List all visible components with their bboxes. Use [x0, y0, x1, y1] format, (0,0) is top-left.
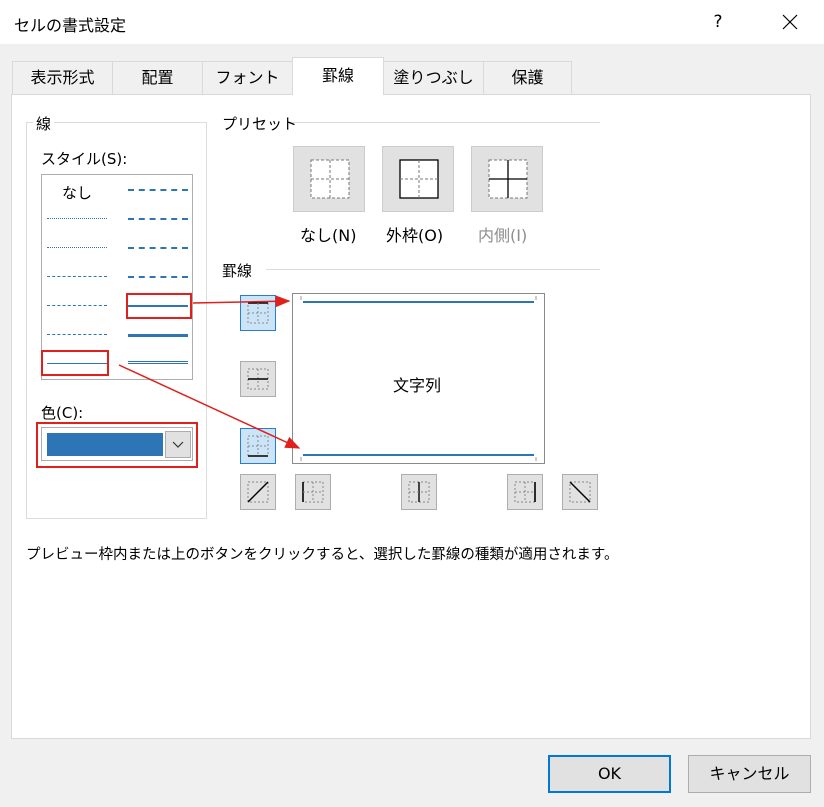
style-medium-dashed[interactable]	[128, 276, 188, 278]
border-inside-horizontal-icon	[247, 368, 269, 390]
style-none[interactable]: なし	[62, 182, 92, 203]
tab-fill[interactable]: 塗りつぶし	[383, 61, 484, 94]
tab-protection[interactable]: 保護	[483, 61, 572, 94]
highlight-thin-style	[41, 350, 109, 376]
preset-inside-button[interactable]	[471, 146, 543, 212]
style-medium-dash-dot-dot[interactable]	[128, 189, 188, 191]
border-label: 罫線	[222, 262, 253, 280]
border-diagonal-down-button[interactable]	[562, 474, 598, 510]
color-label: 色(C):	[41, 404, 84, 422]
style-dash-dot-dot[interactable]	[47, 276, 107, 277]
border-bottom-icon	[247, 435, 269, 457]
tab-font[interactable]: フォント	[202, 61, 293, 94]
border-top-icon	[247, 302, 269, 324]
close-button[interactable]	[770, 6, 810, 38]
highlight-selected-style	[126, 293, 192, 319]
preset-outline-icon	[399, 159, 439, 199]
ok-button[interactable]: OK	[548, 755, 671, 793]
preset-outline-label: 外枠(O)	[386, 226, 444, 245]
style-dashed[interactable]	[47, 334, 107, 335]
preset-none-label: なし(N)	[300, 226, 357, 245]
close-icon	[782, 14, 798, 30]
diagonal-down-icon	[569, 481, 591, 503]
border-left-button[interactable]	[295, 474, 331, 510]
border-inside-vertical-icon	[408, 481, 430, 503]
presets-label: プリセット	[222, 115, 298, 133]
border-inside-horizontal-button[interactable]	[240, 361, 276, 397]
style-medium-dash-dot[interactable]	[128, 247, 188, 249]
preset-inside-icon	[488, 159, 528, 199]
hint-text: プレビュー枠内または上のボタンをクリックすると、選択した罫線の種類が適用されます…	[26, 547, 619, 563]
preview-text: 文字列	[393, 376, 442, 395]
line-group-label: 線	[33, 113, 55, 134]
style-dash-dot[interactable]	[47, 305, 107, 306]
style-dotted[interactable]	[47, 247, 107, 248]
border-bottom-button[interactable]	[240, 428, 276, 464]
style-hair[interactable]	[47, 218, 107, 219]
style-label: スタイル(S):	[41, 150, 128, 168]
title-bar: セルの書式設定 ?	[0, 0, 824, 44]
preset-none-icon	[310, 159, 350, 199]
border-preview[interactable]: 文字列	[292, 293, 545, 464]
border-top-button[interactable]	[240, 295, 276, 331]
diagonal-up-icon	[247, 481, 269, 503]
border-left-icon	[302, 481, 324, 503]
preset-outline-button[interactable]	[382, 146, 454, 212]
border-separator	[266, 269, 600, 270]
help-button[interactable]: ?	[700, 6, 736, 38]
style-thick[interactable]	[128, 334, 188, 337]
border-right-button[interactable]	[507, 474, 543, 510]
highlight-color	[36, 422, 198, 468]
presets-separator	[292, 122, 600, 123]
tab-border[interactable]: 罫線	[292, 57, 384, 95]
cancel-button[interactable]: キャンセル	[688, 755, 811, 793]
style-slant-dash-dot[interactable]	[128, 218, 188, 220]
border-inside-vertical-button[interactable]	[401, 474, 437, 510]
preset-none-button[interactable]	[293, 146, 365, 212]
style-double[interactable]	[128, 361, 188, 364]
tab-number-format[interactable]: 表示形式	[12, 61, 113, 94]
preset-inside-label: 内側(I)	[478, 226, 528, 245]
tab-alignment[interactable]: 配置	[112, 61, 203, 94]
border-diagonal-up-button[interactable]	[240, 474, 276, 510]
dialog-title: セルの書式設定	[14, 16, 127, 35]
border-right-icon	[514, 481, 536, 503]
